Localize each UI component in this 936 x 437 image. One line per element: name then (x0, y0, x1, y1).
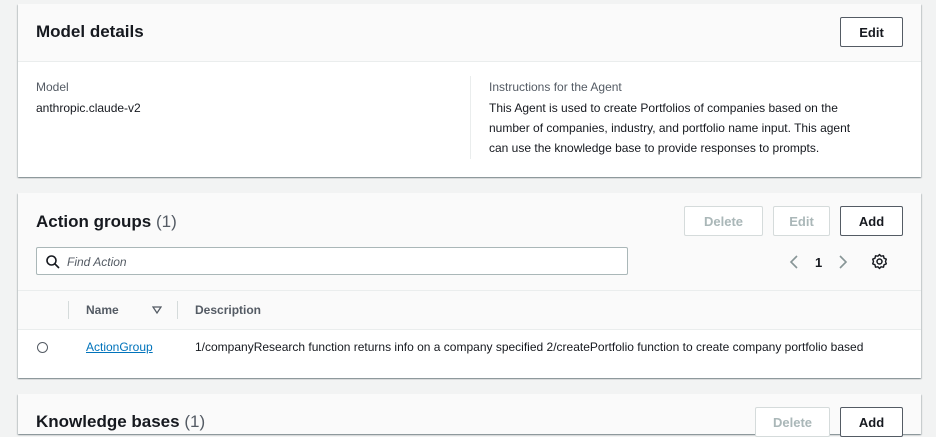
instructions-line-2: number of companies, industry, and portf… (489, 121, 851, 135)
row-select-radio[interactable] (37, 342, 48, 353)
action-groups-panel: Action groups (1) Delete Edit Add Find A… (18, 193, 921, 378)
column-separator (68, 301, 69, 319)
sort-down-icon[interactable] (152, 305, 162, 315)
action-groups-count: (1) (155, 212, 177, 231)
column-separator (177, 301, 178, 319)
knowledge-bases-count: (1) (184, 412, 206, 431)
action-group-description: 1/companyResearch function returns info … (195, 340, 864, 354)
kb-add-button[interactable]: Add (840, 407, 903, 437)
action-groups-title-text: Action groups (36, 212, 152, 231)
action-groups-title: Action groups (1) (36, 212, 177, 232)
find-action-search[interactable]: Find Action (36, 247, 628, 275)
model-edit-button[interactable]: Edit (840, 17, 903, 47)
chevron-right-icon[interactable] (837, 254, 849, 270)
knowledge-bases-title: Knowledge bases (1) (36, 412, 205, 432)
action-edit-button[interactable]: Edit (773, 206, 830, 236)
action-groups-header: Action groups (1) Delete Edit Add Find A… (18, 193, 921, 290)
column-divider (470, 76, 471, 159)
action-delete-button[interactable]: Delete (684, 206, 763, 236)
model-details-title: Model details (36, 22, 144, 41)
knowledge-bases-title-text: Knowledge bases (36, 412, 180, 431)
model-details-header: Model details Edit (18, 4, 921, 62)
chevron-left-icon[interactable] (788, 254, 800, 270)
action-group-link[interactable]: ActionGroup (86, 340, 153, 354)
search-icon (46, 255, 60, 269)
model-value: anthropic.claude-v2 (36, 101, 141, 115)
column-name[interactable]: Name (86, 303, 119, 317)
current-page[interactable]: 1 (815, 255, 822, 270)
gear-icon[interactable] (871, 253, 888, 270)
instructions-label: Instructions for the Agent (489, 80, 622, 94)
model-label: Model (36, 80, 69, 94)
search-placeholder: Find Action (67, 255, 127, 269)
model-details-panel: Model details Edit Model anthropic.claud… (18, 4, 921, 177)
knowledge-bases-panel: Knowledge bases (1) Delete Add (18, 394, 921, 437)
instructions-line-3: can use the knowledge base to provide re… (489, 141, 820, 155)
instructions-line-1: This Agent is used to create Portfolios … (489, 101, 838, 115)
action-add-button[interactable]: Add (840, 206, 903, 236)
table-header: Name Description (18, 290, 921, 330)
table-row[interactable]: ActionGroup 1/companyResearch function r… (18, 329, 921, 365)
kb-delete-button[interactable]: Delete (755, 407, 830, 437)
knowledge-bases-header: Knowledge bases (1) Delete Add (18, 394, 921, 437)
column-description: Description (195, 303, 262, 317)
